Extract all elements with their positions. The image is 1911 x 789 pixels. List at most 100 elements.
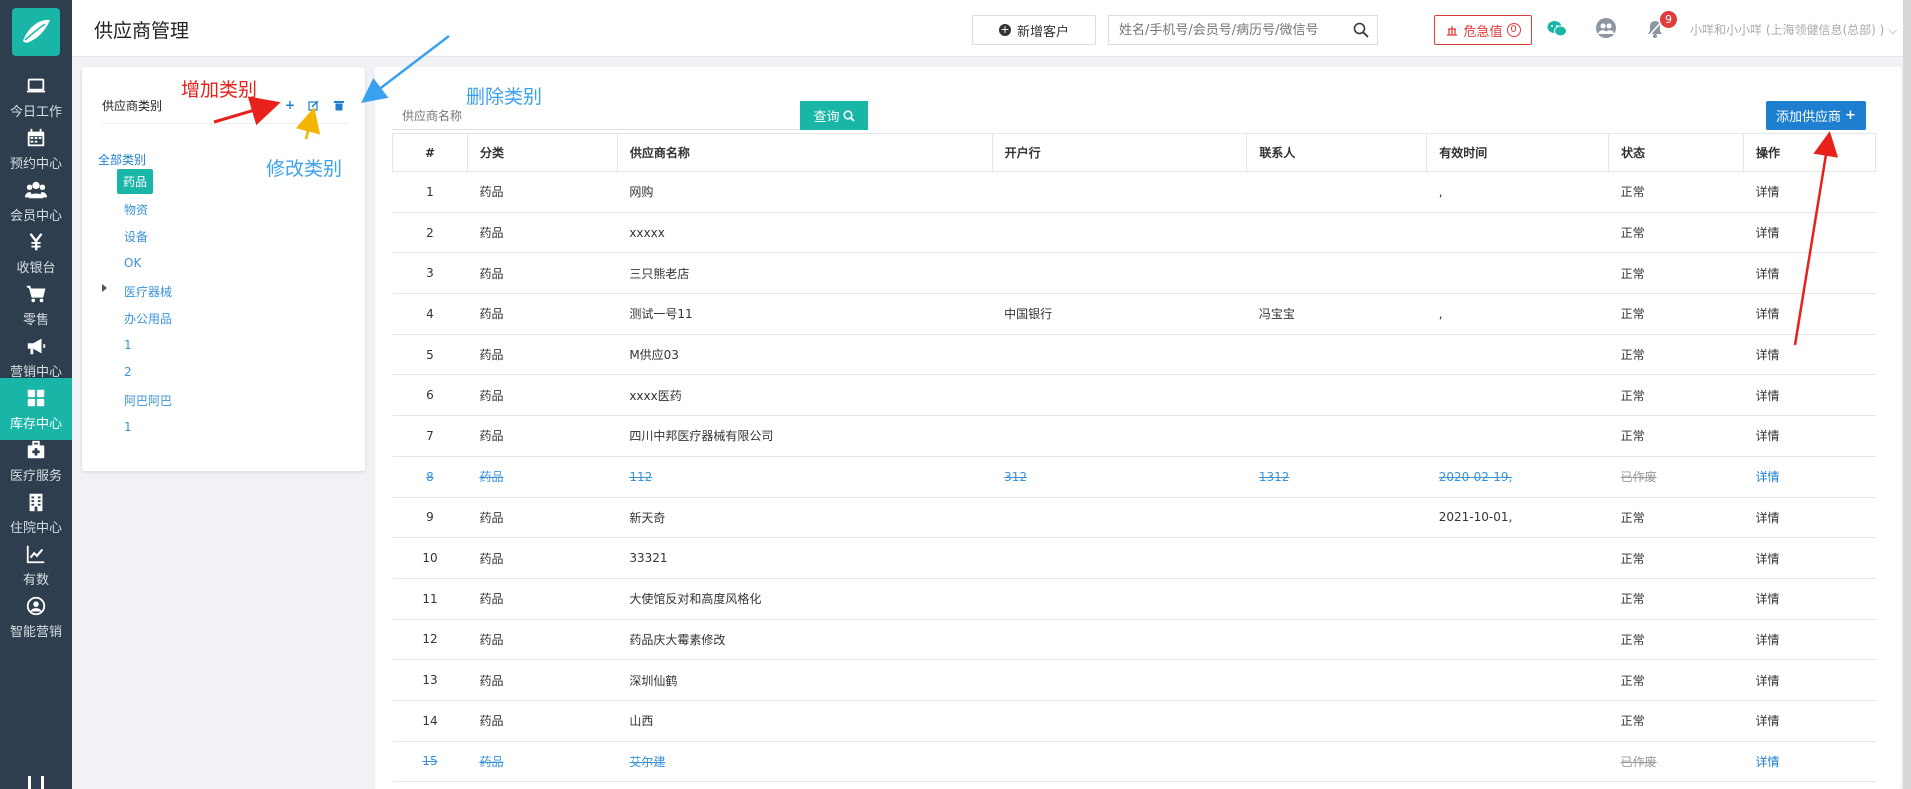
plus-icon: + bbox=[1845, 108, 1856, 123]
table-row[interactable]: 12 药品 药品庆大霉素修改 正常 详情 bbox=[392, 618, 1876, 661]
chevron-down-icon: ⌵ bbox=[1888, 23, 1898, 37]
team-icon[interactable] bbox=[1594, 17, 1618, 39]
status-badge: 正常 bbox=[1608, 496, 1744, 539]
table-row[interactable]: 2 药品 xxxxx 正常 详情 bbox=[392, 211, 1876, 254]
caret-right-icon[interactable] bbox=[102, 284, 107, 292]
status-badge: 正常 bbox=[1608, 618, 1744, 661]
status-badge: 正常 bbox=[1608, 171, 1744, 213]
wechat-icon[interactable] bbox=[1547, 20, 1567, 38]
detail-link[interactable]: 详情 bbox=[1743, 455, 1876, 498]
table-row[interactable]: 9 药品 新天奇 2021-10-01, 正常 详情 bbox=[392, 496, 1876, 539]
table-row[interactable]: 13 药品 深圳仙鹤 正常 详情 bbox=[392, 659, 1876, 701]
user-menu[interactable]: 小咩和小小咩 (上海领健信息(总部) ) ⌵ bbox=[1690, 21, 1897, 38]
yen-icon bbox=[29, 232, 43, 250]
category-title: 供应商类别 bbox=[102, 99, 163, 113]
row-supplier-name: 山西 bbox=[617, 699, 993, 742]
row-contact: 冯宝宝 bbox=[1246, 293, 1427, 335]
user-name: 小咩和小小咩 (上海领健信息(总部) ) bbox=[1690, 23, 1885, 37]
detail-link[interactable]: 详情 bbox=[1743, 740, 1876, 783]
column-header[interactable]: 分类 bbox=[466, 133, 618, 172]
detail-link[interactable]: 详情 bbox=[1743, 333, 1876, 376]
nav-smart-marketing[interactable]: 智能营销 bbox=[0, 586, 72, 648]
nav-label: 今日工作 bbox=[9, 104, 62, 120]
supplier-name-input[interactable] bbox=[392, 102, 800, 130]
category-item[interactable]: 办公用品 bbox=[124, 310, 172, 327]
row-number: 10 bbox=[392, 537, 468, 579]
nav-more-icon bbox=[28, 776, 44, 789]
category-all[interactable]: 全部类别 bbox=[98, 151, 146, 168]
page-scrollbar[interactable] bbox=[1903, 0, 1911, 789]
row-contact bbox=[1246, 699, 1427, 742]
column-header[interactable]: # bbox=[392, 133, 468, 172]
detail-link[interactable]: 详情 bbox=[1743, 659, 1876, 701]
category-item[interactable]: 药品 bbox=[117, 169, 154, 194]
category-item[interactable]: 阿巴阿巴 bbox=[124, 392, 172, 409]
grid-icon bbox=[27, 389, 45, 406]
detail-link[interactable]: 详情 bbox=[1743, 699, 1876, 742]
row-contact bbox=[1246, 374, 1427, 417]
app-logo[interactable] bbox=[12, 8, 60, 56]
status-badge: 正常 bbox=[1608, 252, 1744, 295]
column-header[interactable]: 有效时间 bbox=[1426, 133, 1610, 172]
add-category-icon[interactable]: + bbox=[285, 98, 295, 112]
row-supplier-name: 112 bbox=[617, 455, 993, 498]
detail-link[interactable]: 详情 bbox=[1743, 374, 1876, 417]
table-row[interactable]: 3 药品 三只熊老店 正常 详情 bbox=[392, 252, 1876, 295]
table-row[interactable]: 5 药品 M供应03 正常 详情 bbox=[392, 333, 1876, 376]
column-header[interactable]: 操作 bbox=[1743, 133, 1876, 172]
detail-link[interactable]: 详情 bbox=[1743, 618, 1876, 661]
status-badge: 正常 bbox=[1608, 211, 1744, 254]
nav-label: 零售 bbox=[22, 312, 49, 328]
users-icon bbox=[25, 181, 47, 198]
query-button[interactable]: 查询 bbox=[800, 101, 868, 130]
nav-label: 会员中心 bbox=[9, 208, 62, 224]
table-row[interactable]: 6 药品 xxxx医药 正常 详情 bbox=[392, 374, 1876, 417]
row-valid-time bbox=[1426, 699, 1609, 742]
column-header[interactable]: 联系人 bbox=[1246, 133, 1428, 172]
detail-link[interactable]: 详情 bbox=[1743, 577, 1876, 620]
row-number: 11 bbox=[392, 577, 468, 620]
table-row[interactable]: 8 药品 112 312 1312 2020-02-19, 已作废 详情 bbox=[392, 455, 1876, 498]
edit-category-icon[interactable] bbox=[308, 100, 319, 111]
detail-link[interactable]: 详情 bbox=[1743, 171, 1876, 213]
category-item[interactable]: 1 bbox=[124, 420, 132, 434]
search-icon[interactable] bbox=[1353, 22, 1369, 38]
category-item[interactable]: OK bbox=[124, 256, 141, 270]
table-row[interactable]: 10 药品 33321 正常 详情 bbox=[392, 537, 1876, 579]
nav-label: 智能营销 bbox=[9, 624, 62, 640]
detail-link[interactable]: 详情 bbox=[1743, 293, 1876, 335]
calendar-icon bbox=[27, 128, 45, 146]
critical-value-button[interactable]: 危急值 0 bbox=[1434, 15, 1532, 45]
detail-link[interactable]: 详情 bbox=[1743, 415, 1876, 457]
global-search-input[interactable] bbox=[1109, 16, 1339, 44]
category-item[interactable]: 物资 bbox=[124, 201, 148, 218]
detail-link[interactable]: 详情 bbox=[1743, 252, 1876, 295]
table-row[interactable]: 4 药品 测试一号11 中国银行 冯宝宝, 正常 详情 bbox=[392, 293, 1876, 335]
delete-category-icon[interactable] bbox=[334, 100, 344, 111]
table-row[interactable]: 14 药品 山西 正常 详情 bbox=[392, 699, 1876, 742]
row-valid-time bbox=[1426, 415, 1609, 457]
detail-link[interactable]: 详情 bbox=[1743, 211, 1876, 254]
row-number: 13 bbox=[392, 659, 468, 701]
row-category: 药品 bbox=[467, 455, 618, 498]
column-header[interactable]: 状态 bbox=[1608, 133, 1745, 172]
table-row[interactable]: 7 药品 四川中邦医疗器械有限公司 正常 详情 bbox=[392, 415, 1876, 457]
row-supplier-name: xxxxx bbox=[617, 211, 993, 254]
category-item[interactable]: 医疗器械 bbox=[124, 283, 172, 300]
category-item[interactable]: 2 bbox=[124, 365, 132, 379]
table-row[interactable]: 15 药品 艾尔建 已作废 详情 bbox=[392, 740, 1876, 783]
column-header[interactable]: 开户行 bbox=[991, 133, 1248, 172]
column-header[interactable]: 供应商名称 bbox=[616, 133, 993, 172]
status-badge: 正常 bbox=[1608, 415, 1744, 457]
row-contact bbox=[1246, 577, 1427, 620]
row-supplier-name: xxxx医药 bbox=[617, 374, 993, 417]
detail-link[interactable]: 详情 bbox=[1743, 537, 1876, 579]
add-supplier-button[interactable]: 添加供应商 + bbox=[1766, 101, 1866, 130]
new-customer-button[interactable]: + 新增客户 bbox=[972, 15, 1096, 45]
category-item[interactable]: 1 bbox=[124, 338, 132, 352]
table-row[interactable]: 11 药品 大使馆反对和高度风格化 正常 详情 bbox=[392, 577, 1876, 620]
table-row[interactable]: 1 药品 网购, 正常 详情 bbox=[392, 171, 1876, 213]
status-badge: 已作废 bbox=[1608, 740, 1744, 783]
detail-link[interactable]: 详情 bbox=[1743, 496, 1876, 539]
category-item[interactable]: 设备 bbox=[124, 228, 148, 245]
